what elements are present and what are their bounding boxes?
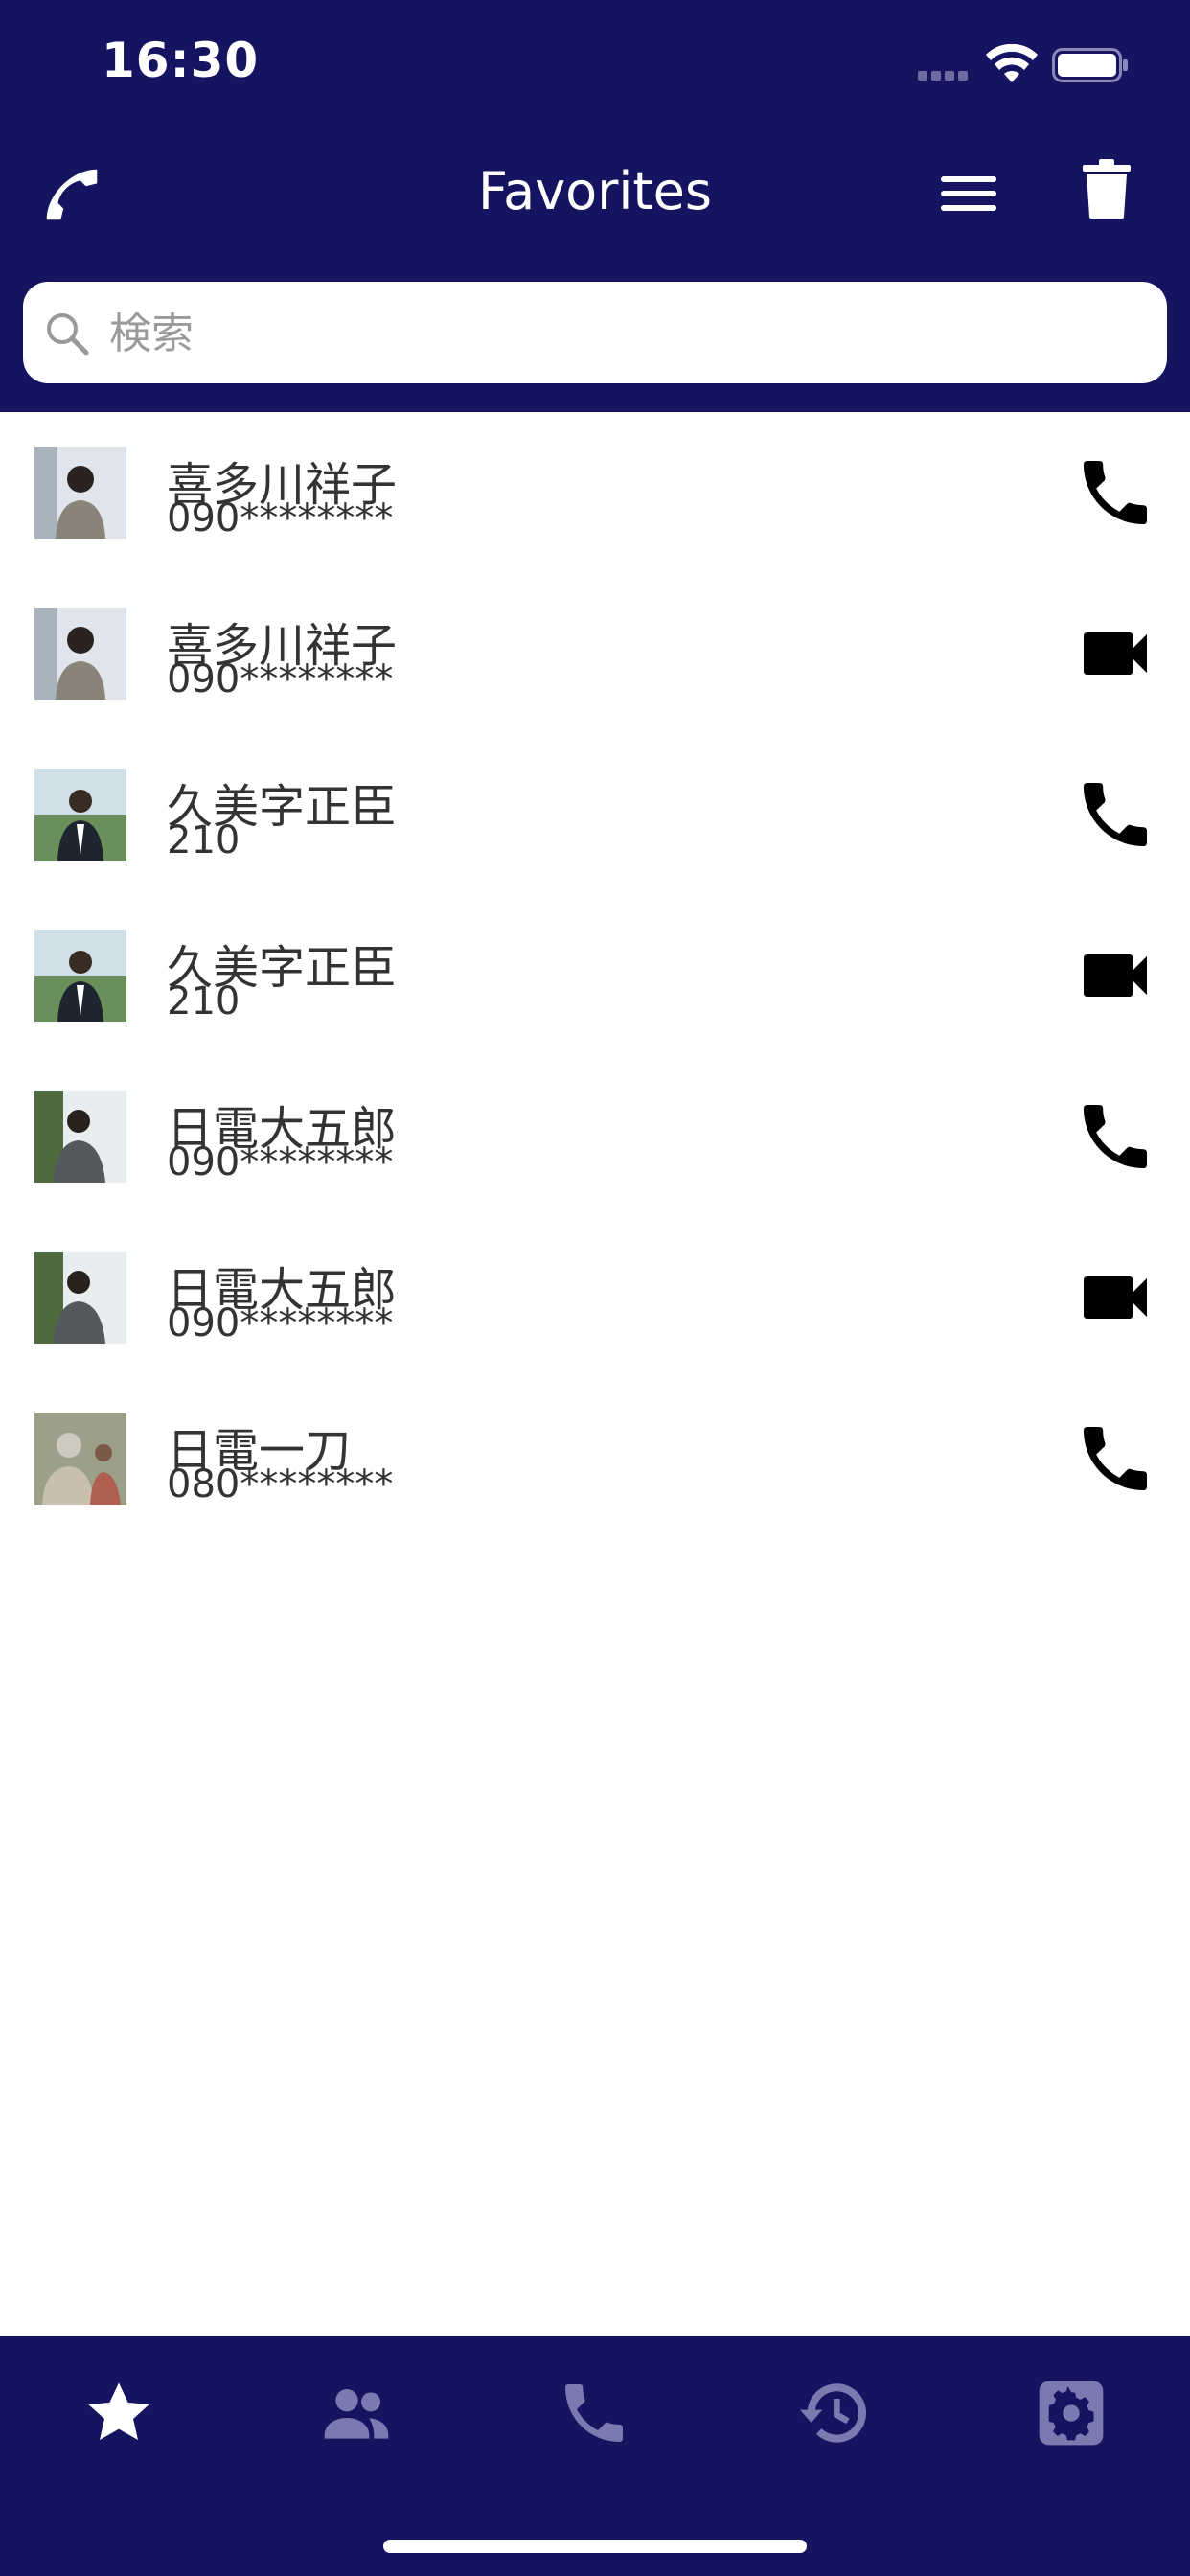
signal-icon [918, 71, 975, 82]
star-icon[interactable] [80, 2375, 157, 2451]
phone-icon[interactable] [1073, 1416, 1157, 1501]
home-indicator [383, 2540, 807, 2553]
history-icon[interactable] [795, 2375, 872, 2451]
navigation-bar: Favorites [0, 134, 1190, 412]
contact-number: 210 [167, 818, 240, 862]
phone-icon[interactable] [1073, 1094, 1157, 1179]
search-bar[interactable] [23, 282, 1167, 385]
page-title: Favorites [478, 161, 712, 221]
video-icon[interactable] [1073, 611, 1157, 696]
contact-number: 210 [167, 979, 240, 1024]
avatar [34, 1091, 126, 1183]
menu-icon[interactable] [941, 172, 996, 215]
list-item[interactable]: 日電大五郎 090******** [0, 1056, 1190, 1217]
tab-bar [0, 2336, 1190, 2576]
list-item[interactable]: 日電大五郎 090******** [0, 1217, 1190, 1378]
status-bar: 16:30 [0, 0, 1190, 134]
contact-number: 090******** [167, 1140, 394, 1184]
contacts-icon[interactable] [318, 2375, 395, 2451]
search-icon [47, 313, 89, 356]
phone-icon[interactable] [556, 2375, 632, 2451]
avatar [34, 608, 126, 700]
video-icon[interactable] [1073, 933, 1157, 1018]
trash-icon[interactable] [1083, 159, 1131, 218]
settings-icon[interactable] [1033, 2375, 1110, 2451]
list-item[interactable]: 久美字正臣 210 [0, 734, 1190, 895]
avatar [34, 1252, 126, 1344]
search-input[interactable] [107, 282, 1146, 385]
avatar [34, 1413, 126, 1505]
video-icon[interactable] [1073, 1255, 1157, 1340]
list-item[interactable]: 喜多川祥子 090******** [0, 573, 1190, 734]
status-time: 16:30 [102, 33, 260, 88]
battery-icon [1052, 48, 1128, 82]
contact-number: 090******** [167, 1301, 394, 1346]
phone-icon[interactable] [1073, 772, 1157, 857]
contact-number: 090******** [167, 657, 394, 702]
list-item[interactable]: 喜多川祥子 090******** [0, 412, 1190, 573]
wifi-icon [986, 44, 1038, 82]
avatar [34, 930, 126, 1022]
phone-icon[interactable] [1073, 450, 1157, 535]
avatar [34, 769, 126, 861]
list-item[interactable]: 日電一刀 080******** [0, 1378, 1190, 1539]
list-item[interactable]: 久美字正臣 210 [0, 895, 1190, 1056]
contact-number: 090******** [167, 496, 394, 540]
avatar [34, 447, 126, 539]
contact-number: 080******** [167, 1462, 394, 1506]
